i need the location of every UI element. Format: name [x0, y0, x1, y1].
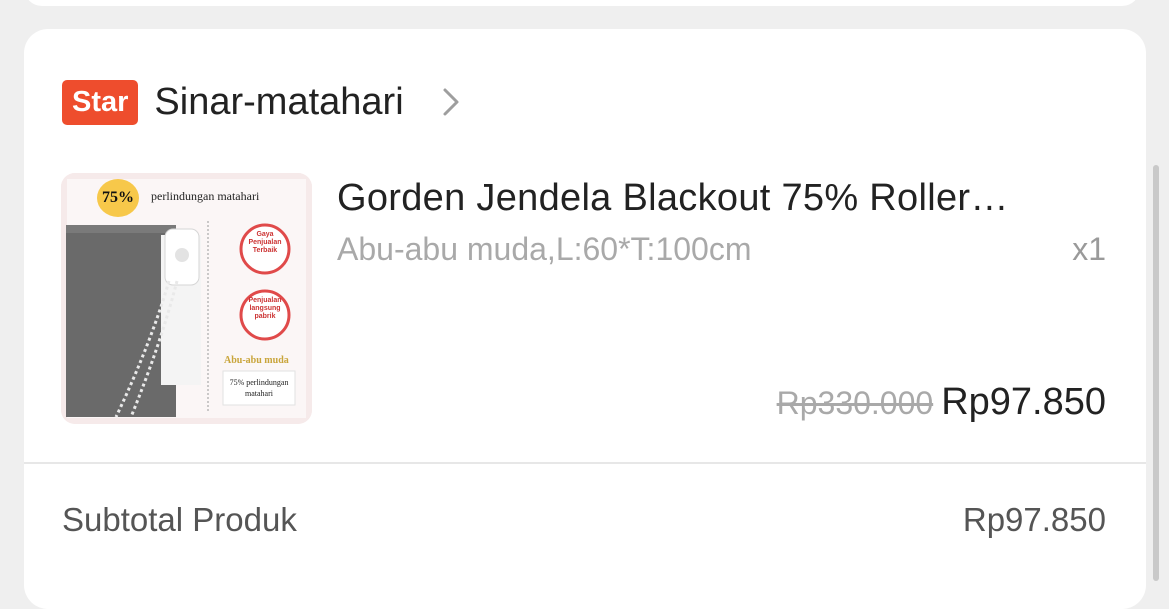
- order-card: Star Sinar-matahari 75% perlindungan mat…: [24, 29, 1146, 609]
- subtotal-label: Subtotal Produk: [62, 501, 297, 538]
- product-image[interactable]: 75% perlindungan matahari Gaya Penjualan…: [61, 173, 312, 424]
- star-badge: Star: [62, 79, 139, 125]
- subtotal-value: Rp97.850: [962, 501, 1106, 538]
- shop-header[interactable]: Star Sinar-matahari: [62, 79, 1106, 125]
- percent-badge: 75%: [97, 179, 139, 217]
- discounted-price: Rp97.850: [941, 381, 1106, 423]
- stamp-best-seller: Gaya Penjualan Terbaik: [248, 231, 282, 254]
- stamp-factory-direct: Penjualan langsung pabrik: [248, 297, 282, 320]
- product-quantity: x1: [1072, 231, 1106, 267]
- previous-card: [24, 0, 1140, 6]
- image-caption: 75% perlindungan matahari: [229, 378, 289, 398]
- shop-name[interactable]: Sinar-matahari: [154, 81, 403, 124]
- price-row: Rp330.000 Rp97.850: [777, 381, 1106, 424]
- chevron-right-icon[interactable]: [442, 87, 460, 117]
- product-variant: Abu-abu muda,L:60*T:100cm: [337, 231, 752, 267]
- original-price: Rp330.000: [776, 385, 934, 421]
- product-title[interactable]: Gorden Jendela Blackout 75% Roller…: [337, 177, 1097, 220]
- divider: [24, 462, 1146, 464]
- image-banner-text: perlindungan matahari: [151, 189, 260, 203]
- image-color-label: Abu-abu muda: [224, 355, 289, 366]
- scrollbar[interactable]: [1153, 165, 1159, 581]
